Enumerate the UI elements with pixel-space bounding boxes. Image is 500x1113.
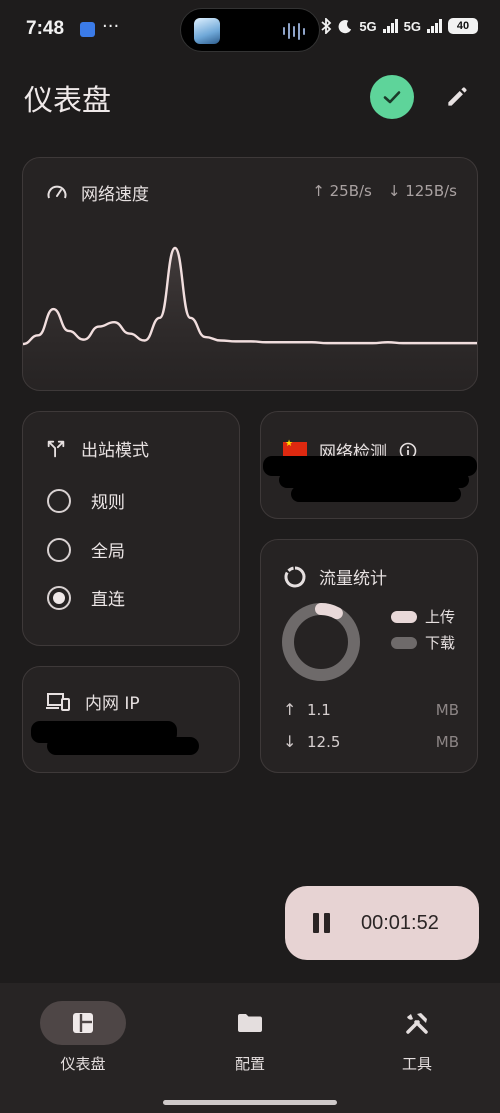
download-total-row: ↓ 12.5 MB	[283, 732, 459, 751]
nav-item-dashboard[interactable]: 仪表盘	[18, 1001, 148, 1074]
battery-level: 40	[448, 18, 478, 34]
nav-item-profiles[interactable]: 配置	[185, 1001, 315, 1074]
speed-card-title: 网络速度	[81, 185, 149, 205]
status-icons: 5G 5G 40	[320, 18, 478, 34]
traffic-title: 流量统计	[319, 569, 387, 589]
traffic-donut-chart	[282, 603, 360, 681]
edit-button[interactable]	[438, 78, 476, 116]
status-bar: 7:48 ··· 5G 5G 40	[0, 0, 500, 62]
page-title: 仪表盘	[24, 83, 112, 117]
folder-icon	[238, 1014, 262, 1032]
radio-button-direct[interactable]	[47, 585, 71, 610]
upload-total-row: ↑ 1.1 MB	[283, 700, 459, 719]
nav-label-dashboard: 仪表盘	[60, 1055, 106, 1073]
legend-upload: 上传	[391, 606, 455, 627]
radio-label-global: 全局	[91, 542, 125, 562]
audio-wave-icon	[283, 22, 305, 40]
download-total-value: 12.5	[307, 732, 341, 751]
outbound-mode-card: 出站模式 规则 全局 直连	[22, 411, 240, 646]
legend-download-label: 下载	[425, 634, 456, 652]
upload-total-unit: MB	[435, 700, 459, 719]
radio-option-rule[interactable]: 规则	[47, 488, 125, 513]
redacted-location-3	[291, 486, 461, 502]
dashboard-icon	[73, 1013, 93, 1033]
upload-total-value: 1.1	[307, 700, 331, 719]
download-speed: ↓ 125B/s	[387, 182, 457, 200]
radio-option-direct[interactable]: 直连	[47, 585, 125, 610]
nav-label-profiles: 配置	[234, 1055, 265, 1073]
nav-label-tools: 工具	[401, 1055, 432, 1073]
radio-option-global[interactable]: 全局	[47, 537, 125, 562]
speed-chart	[23, 246, 477, 390]
network-type-1: 5G	[359, 18, 377, 34]
network-speed-card[interactable]: 网络速度 ↑ 25B/s ↓ 125B/s	[22, 157, 478, 391]
legend-upload-swatch	[391, 610, 417, 623]
connection-timer-button[interactable]: 00:01:52	[285, 886, 479, 960]
more-notifications-indicator: ···	[102, 16, 120, 37]
legend-upload-label: 上传	[425, 608, 456, 626]
app-notification-icon	[80, 22, 95, 37]
legend-download: 下载	[391, 632, 455, 653]
outbound-card-title: 出站模式	[81, 441, 149, 461]
elapsed-time: 00:01:52	[361, 911, 439, 934]
download-total-unit: MB	[435, 732, 459, 751]
dynamic-island[interactable]	[180, 8, 320, 52]
home-indicator[interactable]	[163, 1100, 337, 1105]
speed-area	[23, 248, 477, 390]
legend-download-swatch	[391, 636, 417, 649]
media-thumbnail	[194, 18, 220, 44]
donut-chart-icon	[284, 566, 306, 587]
bluetooth-icon	[321, 18, 332, 34]
radio-button-rule[interactable]	[47, 488, 71, 513]
redacted-ip-2	[47, 737, 199, 755]
speed-line	[23, 246, 477, 346]
signal-strength-icon-1	[382, 19, 398, 33]
do-not-disturb-moon-icon	[338, 19, 352, 33]
signal-strength-icon-2	[427, 19, 442, 33]
devices-icon	[46, 692, 70, 711]
network-type-2: 5G	[403, 18, 421, 34]
status-time: 7:48	[26, 18, 65, 39]
pencil-icon	[448, 87, 467, 106]
upload-speed: ↑ 25B/s	[312, 182, 372, 200]
route-split-icon	[47, 440, 65, 457]
check-icon	[383, 91, 401, 104]
status-check-button[interactable]	[370, 75, 414, 119]
network-check-card[interactable]: 网络检测	[260, 411, 478, 519]
traffic-stats-card[interactable]: 流量统计 上传 下载 ↑ 1.1 MB ↓ 12.5 MB	[260, 539, 478, 773]
radio-label-direct: 直连	[91, 590, 125, 610]
nav-item-tools[interactable]: 工具	[352, 1001, 482, 1074]
radio-button-global[interactable]	[47, 537, 71, 562]
arrow-up-icon: ↑	[283, 700, 297, 719]
radio-label-rule: 规则	[91, 493, 125, 513]
speedometer-icon	[47, 185, 67, 198]
lan-ip-title: 内网 IP	[85, 694, 140, 714]
bottom-navigation: 仪表盘 配置 工具	[0, 983, 500, 1113]
pause-icon	[313, 913, 331, 933]
tools-icon	[406, 1013, 428, 1034]
arrow-down-icon: ↓	[283, 732, 297, 751]
download-arc	[282, 603, 360, 681]
lan-ip-card[interactable]: 内网 IP	[22, 666, 240, 773]
